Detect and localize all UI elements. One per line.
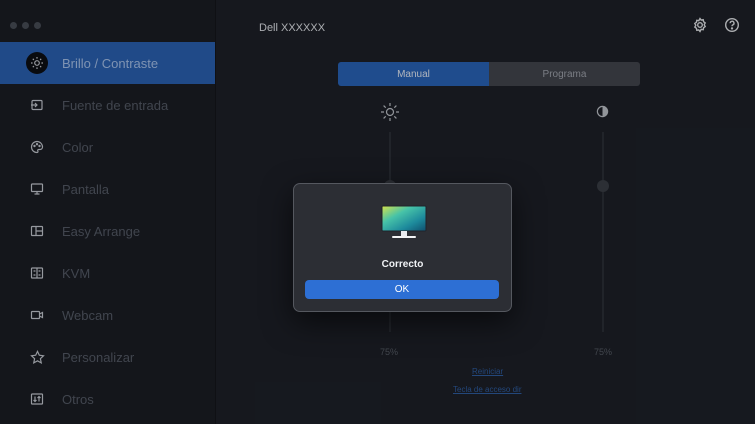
- success-dialog: Correcto OK: [293, 183, 512, 312]
- dialog-title: Correcto: [381, 259, 424, 270]
- monitor-icon: [381, 205, 427, 248]
- ok-button[interactable]: OK: [305, 280, 499, 299]
- app-window: Brillo / Contraste Fuente de entrada Col…: [0, 0, 755, 424]
